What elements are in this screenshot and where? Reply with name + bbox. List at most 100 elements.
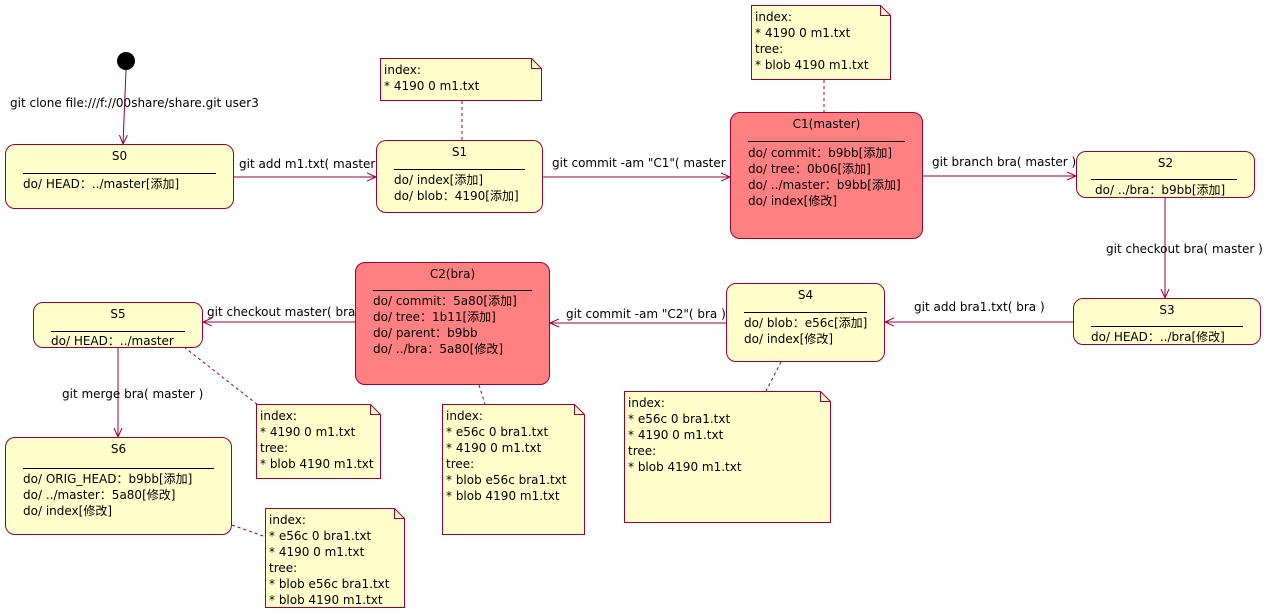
state-actions: do/ commit：b9bb[添加] do/ tree：0b06[添加] do… (748, 145, 901, 209)
state-title: S2 (1157, 156, 1174, 170)
state-title: S0 (111, 149, 128, 163)
state-s6[interactable]: S6 do/ ORIG_HEAD：b9bb[添加] do/ ../master：… (5, 437, 232, 535)
note-line: * 4190 0 m1.txt (446, 441, 542, 455)
note-s4: index: * e56c 0 bra1.txt * 4190 0 m1.txt… (624, 391, 831, 523)
note-line: * e56c 0 bra1.txt (269, 529, 372, 543)
state-divider (748, 141, 905, 142)
state-title: S1 (451, 145, 468, 159)
note-c1: index: * 4190 0 m1.txt tree: * blob 4190… (751, 5, 891, 80)
state-action: do/ index[添加] (394, 173, 484, 187)
note-s5: index: * 4190 0 m1.txt tree: * blob 4190… (256, 404, 381, 479)
note-text: index: * e56c 0 bra1.txt * 4190 0 m1.txt… (446, 408, 566, 504)
state-actions: do/ HEAD：../master (51, 333, 174, 349)
state-action: do/ ORIG_HEAD：b9bb[添加] (23, 472, 193, 486)
state-c2-bra[interactable]: C2(bra) do/ commit：5a80[添加] do/ tree：1b1… (355, 262, 550, 385)
note-text: index: * 4190 0 m1.txt tree: * blob 4190… (755, 9, 869, 73)
state-action: do/ commit：b9bb[添加] (748, 146, 893, 160)
note-line: index: (269, 513, 306, 527)
state-s2[interactable]: S2 do/ ../bra：b9bb[添加] (1076, 151, 1255, 198)
note-line: tree: (269, 561, 298, 575)
note-line: * 4190 0 m1.txt (628, 428, 724, 442)
initial-state (117, 52, 135, 70)
note-line: * blob 4190 m1.txt (260, 457, 374, 471)
state-action: do/ commit：5a80[添加] (373, 294, 517, 308)
state-actions: do/ HEAD：../bra[修改] (1091, 329, 1225, 345)
note-line: * 4190 0 m1.txt (260, 425, 356, 439)
note-anchor-c2 (478, 384, 486, 405)
note-s6: index: * e56c 0 bra1.txt * 4190 0 m1.txt… (265, 508, 405, 608)
state-c1-master[interactable]: C1(master) do/ commit：b9bb[添加] do/ tree：… (730, 112, 923, 239)
state-s4[interactable]: S4 do/ blob：e56c[添加] do/ index[修改] (726, 283, 885, 362)
state-action: do/ ../bra：5a80[修改] (373, 342, 504, 356)
note-line: * 4190 0 m1.txt (269, 545, 365, 559)
transition-label-merge: git merge bra( master ) (62, 387, 204, 401)
note-line: index: (755, 10, 792, 24)
state-action: do/ index[修改] (744, 332, 834, 346)
note-line: * blob e56c bra1.txt (446, 473, 567, 487)
note-line: * blob e56c bra1.txt (269, 577, 390, 591)
note-text: index: * e56c 0 bra1.txt * 4190 0 m1.txt… (628, 395, 742, 475)
state-title: S5 (110, 307, 126, 321)
state-actions: do/ ../bra：b9bb[添加] (1095, 182, 1225, 198)
state-s3[interactable]: S3 do/ HEAD：../bra[修改] (1073, 298, 1261, 345)
note-text: index: * 4190 0 m1.txt (384, 62, 479, 94)
note-line: index: (260, 409, 297, 423)
state-action: do/ blob：e56c[添加] (744, 316, 868, 330)
note-line: * e56c 0 bra1.txt (446, 425, 549, 439)
state-actions: do/ index[添加] do/ blob：4190[添加] (394, 172, 519, 204)
note-line: * blob 4190 m1.txt (269, 593, 383, 607)
note-line: * blob 4190 m1.txt (628, 460, 742, 474)
state-diagram: git clone file:///f://00share/share.git … (0, 0, 1268, 615)
note-c2: index: * e56c 0 bra1.txt * 4190 0 m1.txt… (442, 404, 585, 535)
state-title: S4 (797, 288, 814, 302)
state-s5[interactable]: S5 do/ HEAD：../master (33, 302, 203, 348)
state-action: do/ HEAD：../bra[修改] (1091, 330, 1225, 344)
state-title: C2(bra) (429, 267, 476, 281)
state-title: S3 (1159, 303, 1175, 317)
transition-label-add: git add m1.txt( master ) (239, 157, 384, 171)
transition-label-add-bra1: git add bra1.txt( bra ) (914, 300, 1045, 314)
note-line: * 4190 0 m1.txt (755, 26, 851, 40)
state-divider (373, 290, 532, 291)
note-s1: index: * 4190 0 m1.txt (380, 58, 542, 101)
note-line: tree: (260, 441, 289, 455)
state-divider (23, 173, 216, 174)
state-action: do/ ../master：5a80[修改] (23, 488, 176, 502)
state-actions: do/ HEAD：../master[添加] (23, 176, 179, 192)
state-action: do/ HEAD：../master[添加] (23, 177, 180, 191)
transition-label-commit1: git commit -am "C1"( master ) (552, 156, 735, 170)
note-anchor-s6 (231, 524, 267, 538)
transition-label-checkout-bra: git checkout bra( master ) (1106, 242, 1263, 256)
transition-label-clone: git clone file:///f://00share/share.git … (10, 96, 259, 110)
note-text: index: * 4190 0 m1.txt tree: * blob 4190… (260, 408, 374, 472)
note-line: * 4190 0 m1.txt (384, 79, 480, 93)
state-divider (1091, 326, 1243, 327)
note-anchor-s4 (765, 361, 782, 392)
state-action: do/ index[修改] (23, 504, 113, 518)
state-divider (744, 312, 867, 313)
transition-label-checkout-master: git checkout master( bra ) (207, 305, 364, 319)
note-line: tree: (628, 444, 657, 458)
note-line: tree: (755, 42, 784, 56)
state-title: S6 (110, 442, 127, 456)
note-line: index: (446, 409, 483, 423)
note-line: * e56c 0 bra1.txt (628, 412, 731, 426)
note-line: * blob 4190 m1.txt (446, 489, 560, 503)
note-line: index: (628, 396, 665, 410)
state-s1[interactable]: S1 do/ index[添加] do/ blob：4190[添加] (376, 140, 543, 213)
note-text: index: * e56c 0 bra1.txt * 4190 0 m1.txt… (269, 512, 389, 608)
state-actions: do/ blob：e56c[添加] do/ index[修改] (744, 315, 867, 347)
state-action: do/ blob：4190[添加] (394, 189, 519, 203)
state-action: do/ tree：1b11[添加] (373, 310, 496, 324)
state-action: do/ ../master：b9bb[添加] (748, 178, 901, 192)
note-line: * blob 4190 m1.txt (755, 58, 869, 72)
transition-label-commit2: git commit -am "C2"( bra ) (566, 307, 726, 321)
note-line: tree: (446, 457, 475, 471)
state-divider (1091, 179, 1237, 180)
note-line: index: (384, 63, 421, 77)
state-action: do/ parent：b9bb (373, 326, 478, 340)
state-action: do/ index[修改] (748, 194, 838, 208)
state-divider (51, 331, 185, 332)
state-divider (23, 468, 214, 469)
state-s0[interactable]: S0 do/ HEAD：../master[添加] (5, 144, 234, 209)
